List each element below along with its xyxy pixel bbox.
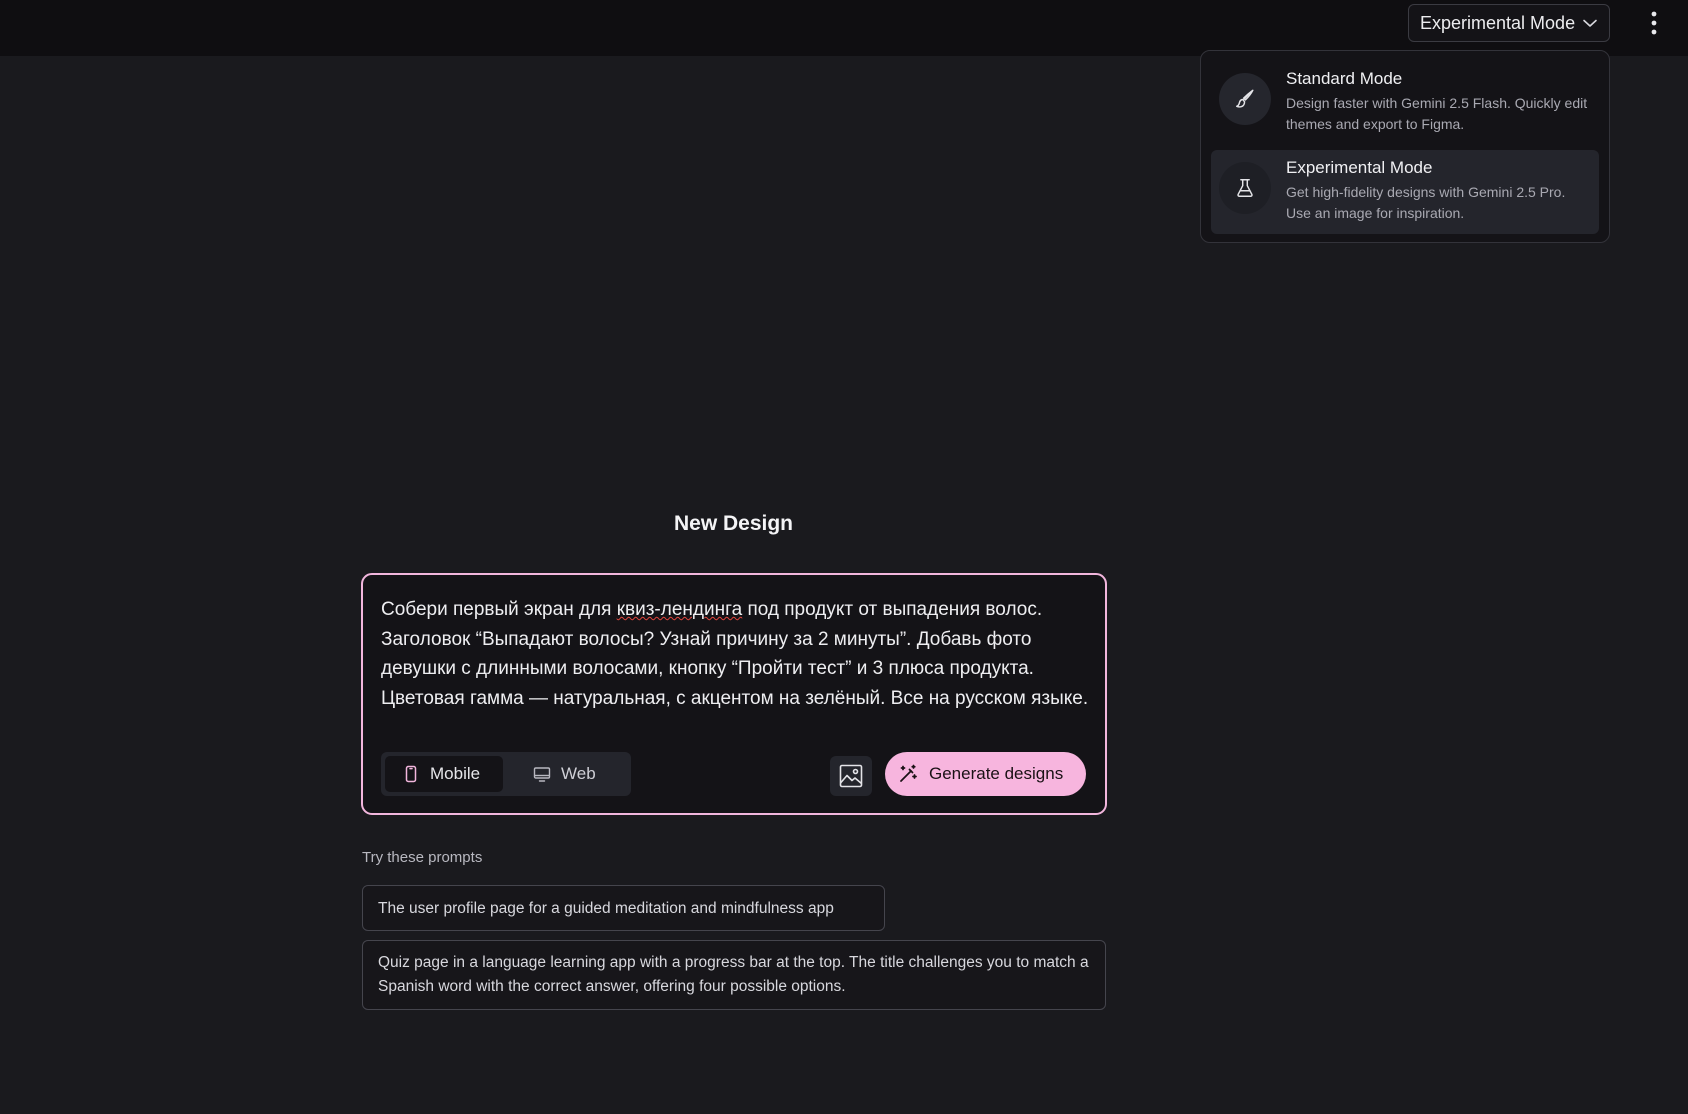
mode-option-title: Standard Mode (1286, 69, 1403, 88)
mode-option-description: Get high-fidelity designs with Gemini 2.… (1286, 184, 1566, 221)
generate-label: Generate designs (929, 764, 1064, 783)
web-label: Web (561, 764, 596, 783)
top-bar: Experimental Mode (0, 0, 1688, 56)
prompt-text-part: Собери первый экран для (381, 599, 617, 620)
prompt-input[interactable]: Собери первый экран для квиз-лендинга по… (361, 573, 1107, 815)
suggestion-chip[interactable]: Quiz page in a language learning app wit… (362, 940, 1106, 1010)
misspelled-word: квиз-лендинга (616, 599, 743, 620)
mode-option-title: Experimental Mode (1286, 158, 1433, 177)
brush-icon (1219, 73, 1271, 125)
mode-option-standard[interactable]: Standard Mode Design faster with Gemini … (1211, 61, 1599, 145)
image-icon (839, 764, 863, 788)
flask-icon (1219, 162, 1271, 214)
suggestions-heading: Try these prompts (362, 849, 483, 866)
chevron-down-icon (1583, 19, 1597, 27)
add-image-button[interactable] (830, 756, 872, 796)
mobile-label: Mobile (430, 764, 481, 783)
mode-menu: Standard Mode Design faster with Gemini … (1200, 50, 1610, 243)
page-title: New Design (673, 512, 794, 535)
prompt-text[interactable]: Собери первый экран для квиз-лендинга по… (381, 595, 1091, 713)
device-toggle: Mobile Web (381, 752, 631, 796)
phone-icon (405, 765, 417, 783)
monitor-icon (533, 767, 551, 782)
more-vertical-icon (1651, 11, 1657, 35)
magic-wand-icon (900, 764, 917, 782)
mode-select-label: Experimental Mode (1420, 12, 1576, 33)
mobile-toggle-button[interactable]: Mobile (385, 756, 503, 792)
mode-option-experimental[interactable]: Experimental Mode Get high-fidelity desi… (1211, 150, 1599, 234)
mode-select-dropdown[interactable]: Experimental Mode (1408, 4, 1610, 42)
suggestion-chip[interactable]: The user profile page for a guided medit… (362, 885, 885, 931)
web-toggle-button[interactable]: Web (503, 756, 627, 792)
mode-option-description: Design faster with Gemini 2.5 Flash. Qui… (1286, 95, 1588, 132)
generate-designs-button[interactable]: Generate designs (885, 752, 1086, 796)
more-options-button[interactable] (1644, 8, 1664, 38)
